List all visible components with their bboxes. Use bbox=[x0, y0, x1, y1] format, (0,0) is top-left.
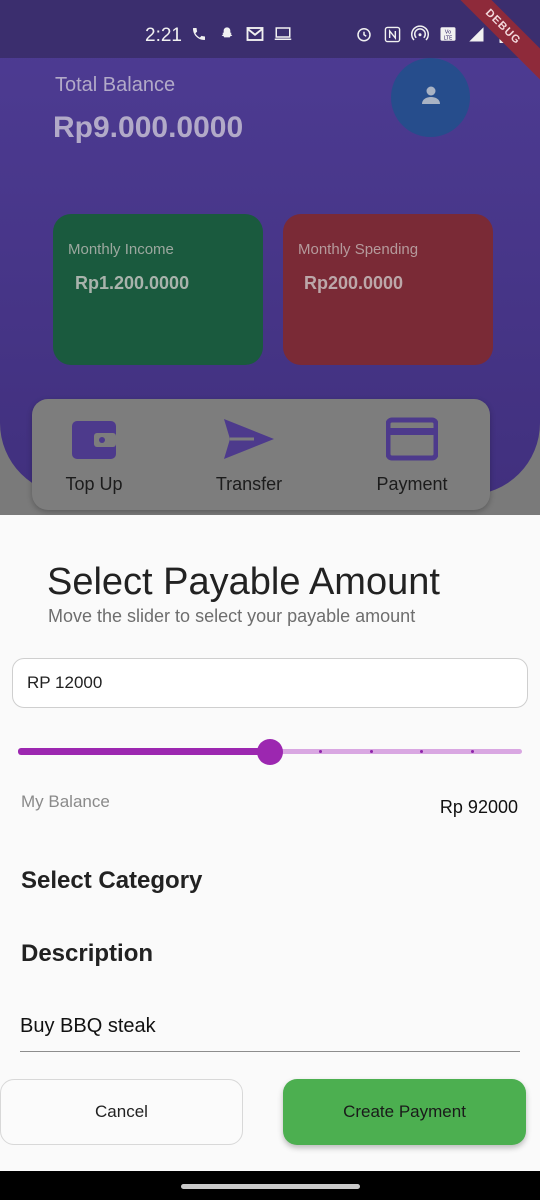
payment-bottom-sheet: Select Payable Amount Move the slider to… bbox=[0, 515, 540, 1171]
monthly-income-card: Monthly Income Rp1.200.0000 bbox=[53, 214, 263, 365]
home-gesture-handle[interactable] bbox=[181, 1184, 360, 1189]
nfc-icon bbox=[383, 25, 401, 43]
top-up-label: Top Up bbox=[65, 474, 123, 494]
select-category-heading: Select Category bbox=[21, 867, 203, 894]
4g-signal-icon bbox=[467, 25, 485, 43]
top-up-action[interactable]: Top Up bbox=[64, 417, 124, 495]
slider-thumb[interactable] bbox=[257, 739, 283, 765]
hotspot-icon bbox=[411, 25, 429, 43]
system-navigation-bar bbox=[0, 1171, 540, 1200]
status-bar: 2:21 Vo LTE DEBUG bbox=[0, 0, 540, 88]
monthly-income-value: Rp1.200.0000 bbox=[75, 273, 190, 293]
payment-label: Payment bbox=[376, 474, 448, 494]
svg-text:LTE: LTE bbox=[444, 35, 453, 41]
transfer-action[interactable]: Transfer bbox=[212, 417, 286, 495]
monthly-spending-card: Monthly Spending Rp200.0000 bbox=[283, 214, 493, 365]
create-payment-button[interactable]: Create Payment bbox=[283, 1079, 526, 1145]
profile-avatar-button[interactable] bbox=[391, 58, 470, 137]
total-balance-value: Rp9.000.0000 bbox=[53, 111, 244, 144]
monthly-spending-value: Rp200.0000 bbox=[304, 273, 404, 293]
credit-card-icon bbox=[385, 417, 439, 465]
svg-text:Vo: Vo bbox=[445, 29, 451, 35]
my-balance-label: My Balance bbox=[21, 792, 110, 811]
total-balance-label: Total Balance bbox=[55, 74, 176, 96]
amount-slider[interactable] bbox=[18, 737, 522, 767]
person-icon bbox=[419, 83, 443, 112]
sheet-title: Select Payable Amount bbox=[47, 561, 440, 603]
cancel-button[interactable]: Cancel bbox=[0, 1079, 243, 1145]
payment-action[interactable]: Payment bbox=[372, 417, 452, 495]
phone-icon bbox=[190, 25, 208, 43]
volte-icon: Vo LTE bbox=[439, 25, 457, 43]
home-screen-background: 2:21 Vo LTE DEBUG Total Balance Rp9.000.… bbox=[0, 0, 540, 515]
payable-amount-input[interactable] bbox=[12, 658, 528, 708]
my-balance-value: Rp 92000 bbox=[439, 797, 518, 817]
monthly-income-label: Monthly Income bbox=[68, 241, 174, 258]
sheet-subtitle: Move the slider to select your payable a… bbox=[48, 606, 416, 626]
status-time: 2:21 bbox=[145, 25, 182, 46]
wallet-icon bbox=[70, 421, 118, 465]
gmail-icon bbox=[246, 25, 264, 43]
monthly-spending-label: Monthly Spending bbox=[298, 241, 419, 258]
description-input[interactable] bbox=[20, 1002, 520, 1052]
slider-active-track bbox=[18, 748, 270, 755]
snapchat-icon bbox=[218, 25, 236, 43]
slider-tick bbox=[470, 750, 474, 753]
description-heading: Description bbox=[21, 940, 154, 967]
screen-cast-icon bbox=[274, 25, 292, 43]
send-icon bbox=[222, 419, 276, 465]
transfer-label: Transfer bbox=[215, 474, 283, 494]
alarm-icon bbox=[355, 25, 373, 43]
slider-tick bbox=[369, 750, 373, 753]
quick-actions-bar: Top Up Transfer Payment bbox=[32, 399, 490, 510]
